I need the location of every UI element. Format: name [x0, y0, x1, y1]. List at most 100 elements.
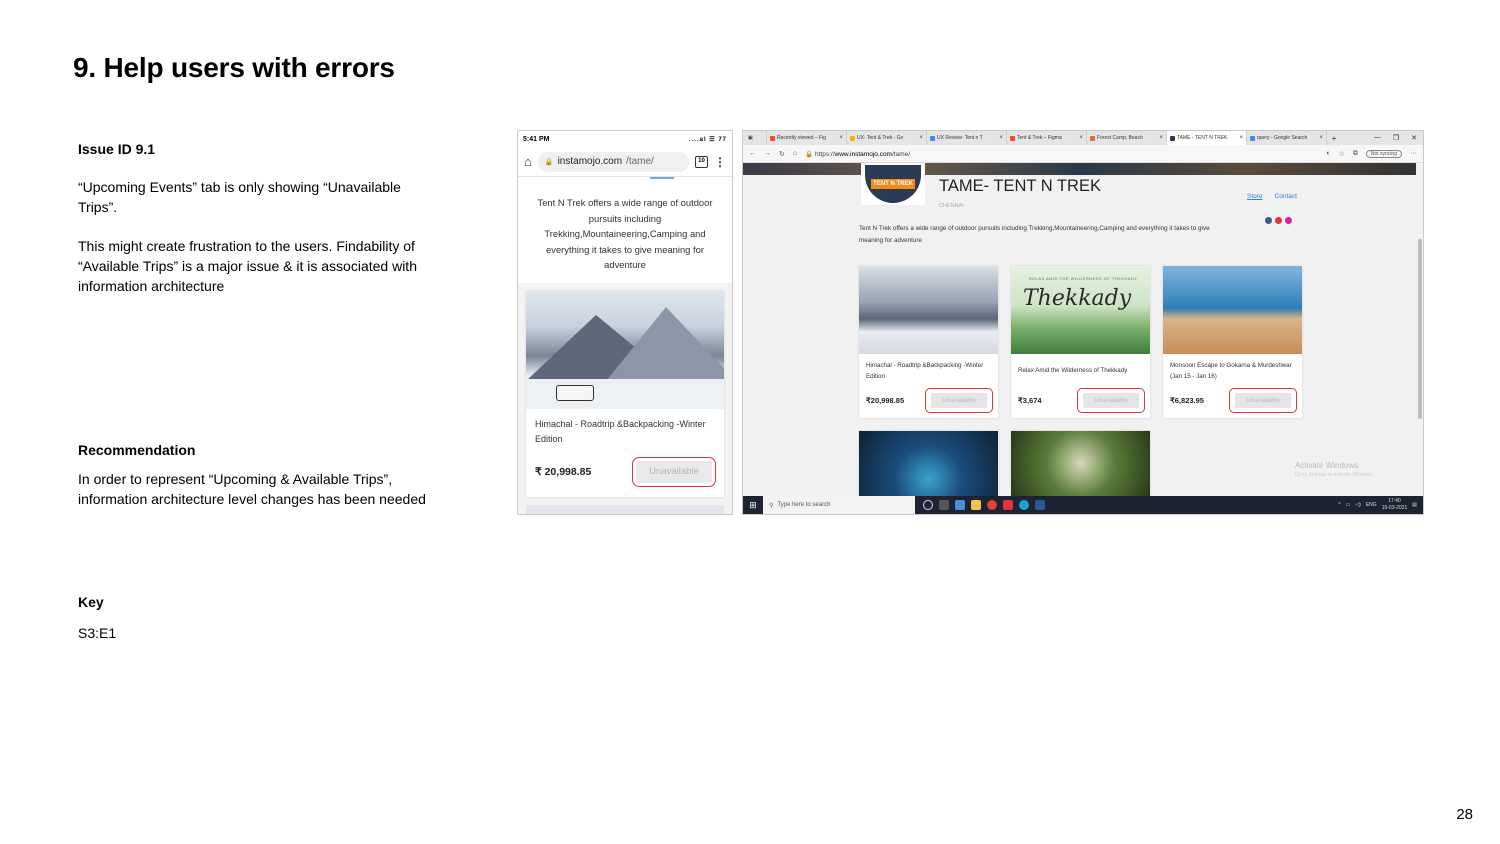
- unavailable-button[interactable]: Unavailable: [931, 393, 987, 408]
- home-icon[interactable]: ⌂: [793, 150, 797, 157]
- mobile-status-bar: 5:41 PM ....al ☰ 77: [518, 131, 732, 147]
- trip-image: [526, 290, 724, 409]
- error-highlight: Unavailable: [632, 456, 716, 487]
- error-highlight: Unavailable: [1229, 388, 1297, 413]
- mobile-address-field[interactable]: 🔒 instamojo.com/tame/: [537, 151, 689, 172]
- taskbar-search[interactable]: ⚲ Type here to search: [763, 496, 915, 514]
- tab-actions-icon[interactable]: ▣: [745, 131, 767, 145]
- store-page: TENT N TREK TAME- TENT N TREK CHENNAI St…: [743, 163, 1416, 496]
- task-view-icon[interactable]: [939, 500, 949, 510]
- slide-title: 9. Help users with errors: [73, 52, 395, 83]
- maximize-icon[interactable]: ❐: [1393, 134, 1399, 142]
- volume-icon[interactable]: ◁): [1355, 502, 1361, 508]
- store-title: TAME- TENT N TREK: [939, 177, 1101, 195]
- chrome-icon[interactable]: [987, 500, 997, 510]
- close-icon[interactable]: ✕: [1411, 134, 1417, 142]
- edge-icon[interactable]: [1019, 500, 1029, 510]
- tab-switcher-icon[interactable]: 10: [695, 155, 708, 168]
- unavailable-button[interactable]: Unavailable: [1083, 393, 1139, 408]
- taskbar-search-placeholder: Type here to search: [777, 502, 831, 508]
- windows-start-icon[interactable]: ⊞: [743, 496, 763, 514]
- issue-paragraph: This might create frustration to the use…: [78, 238, 417, 294]
- recommendation-body: In order to represent “Upcoming & Availa…: [78, 471, 426, 507]
- notifications-icon[interactable]: ▤: [1412, 502, 1417, 508]
- instagram-icon[interactable]: [1285, 217, 1292, 224]
- trip-image: RELAX AMID THE WILDERNESS OF THEKKADY Th…: [1011, 266, 1150, 354]
- lock-icon: 🔒: [805, 150, 814, 158]
- youtube-icon[interactable]: [1275, 217, 1282, 224]
- store-description: Tent N Trek offers a wide range of outdo…: [859, 225, 1210, 244]
- trip-card[interactable]: [1011, 431, 1150, 496]
- collections-icon[interactable]: ⧉: [1353, 150, 1358, 158]
- browser-tab-active[interactable]: TAME - TENT N TREK ×: [1167, 131, 1247, 145]
- browser-tab[interactable]: Tent & Trek – Figma ×: [1007, 131, 1087, 145]
- tray-chevron-icon[interactable]: ^: [1338, 502, 1340, 508]
- trip-card[interactable]: Himachal - Roadtrip &Backpacking -Winter…: [859, 266, 998, 418]
- url-domain: www.instamojo.com: [834, 150, 892, 158]
- minimize-icon[interactable]: —: [1374, 134, 1381, 142]
- word-icon[interactable]: [1035, 500, 1045, 510]
- back-icon[interactable]: ←: [749, 150, 756, 157]
- browser-tab[interactable]: Forest Camp, Beach ×: [1087, 131, 1167, 145]
- profile-sync-button[interactable]: Not syncing: [1365, 149, 1402, 158]
- thekkady-tagline: RELAX AMID THE WILDERNESS OF THEKKADY: [1029, 276, 1138, 281]
- windows-taskbar: ⊞ ⚲ Type here to search ^ ▭ ◁) ENG 17:40…: [743, 496, 1423, 514]
- home-icon[interactable]: ⌂: [524, 154, 532, 169]
- settings-more-icon[interactable]: ···: [1410, 150, 1417, 157]
- trip-price: ₹20,998.85: [866, 396, 905, 405]
- store-link[interactable]: Store: [1247, 193, 1263, 200]
- unavailable-button[interactable]: Unavailable: [636, 460, 712, 483]
- url-path: /tame/: [891, 150, 911, 158]
- trip-title: Himachal - Roadtrip &Backpacking -Winter…: [535, 418, 706, 444]
- browser-tab[interactable]: query - Google Search ×: [1247, 131, 1327, 145]
- social-links: [1265, 217, 1292, 224]
- clock-date: 15-03-2021: [1381, 505, 1408, 511]
- extension-icon[interactable]: ◐: [1326, 150, 1330, 157]
- store-location: CHENNAI: [939, 203, 964, 209]
- trip-image: [1163, 266, 1302, 354]
- brand-logo[interactable]: TENT N TREK: [861, 163, 925, 205]
- mobile-url-domain: instamojo.com: [557, 156, 623, 167]
- mobile-time: 5:41 PM: [523, 135, 550, 143]
- browser-tab[interactable]: UX Review- Tent n T ×: [927, 131, 1007, 145]
- store-nav: Store Contact: [1247, 193, 1297, 200]
- issue-heading: Issue ID 9.1: [78, 141, 156, 157]
- activate-subtitle: Go to Settings to activate Windows.: [1295, 472, 1374, 478]
- store-app-icon[interactable]: [955, 500, 965, 510]
- mobile-url-path: /tame/: [626, 156, 654, 167]
- trip-card[interactable]: Monsoon Escape to Gokarna & Murdeshwar (…: [1163, 266, 1302, 418]
- trip-price: ₹3,674: [1018, 396, 1042, 405]
- trip-image: [859, 266, 998, 354]
- file-explorer-icon[interactable]: [971, 500, 981, 510]
- browser-tab[interactable]: UX- Tent & Trek - Go ×: [847, 131, 927, 145]
- network-icon[interactable]: ▭: [1346, 502, 1351, 508]
- facebook-icon[interactable]: [1265, 217, 1272, 224]
- refresh-icon[interactable]: ↻: [779, 150, 785, 158]
- error-highlight: Unavailable: [925, 388, 993, 413]
- issue-body: “Upcoming Events” tab is only showing “U…: [78, 177, 438, 315]
- page-scrollbar[interactable]: [1416, 163, 1423, 496]
- trip-card[interactable]: RELAX AMID THE WILDERNESS OF THEKKADY Th…: [1011, 266, 1150, 418]
- mobile-trip-card[interactable]: Himachal - Roadtrip &Backpacking -Winter…: [526, 290, 724, 497]
- browser-tab[interactable]: Recently viewed – Fig ×: [767, 131, 847, 145]
- language-indicator[interactable]: ENG: [1366, 502, 1377, 508]
- address-input[interactable]: 🔒 https://www.instamojo.com/tame/: [805, 150, 1318, 158]
- thekkady-title: Thekkady: [1023, 286, 1132, 311]
- unavailable-button[interactable]: Unavailable: [1235, 393, 1291, 408]
- trip-card[interactable]: [859, 431, 998, 496]
- forward-icon[interactable]: →: [764, 150, 771, 157]
- signal-wifi-battery-icon: ....al ☰ 77: [688, 136, 727, 143]
- key-value: S3:E1: [78, 625, 117, 641]
- contact-link[interactable]: Contact: [1275, 193, 1297, 200]
- more-menu-icon[interactable]: ⋮: [714, 155, 726, 169]
- taskbar-clock[interactable]: 17:40 15-03-2021: [1382, 498, 1408, 512]
- activate-windows-watermark: Activate Windows Go to Settings to activ…: [1295, 461, 1374, 478]
- cortana-icon[interactable]: [923, 500, 933, 510]
- next-card: [526, 504, 724, 514]
- trip-title: Himachal - Roadtrip &Backpacking -Winter…: [866, 362, 984, 380]
- trip-title: Relax Amid the Wilderness of Thekkady: [1018, 367, 1128, 374]
- search-icon: ⚲: [769, 502, 774, 509]
- favorites-icon[interactable]: ☆: [1339, 150, 1345, 158]
- new-tab-icon[interactable]: +: [1327, 134, 1341, 143]
- acrobat-icon[interactable]: [1003, 500, 1013, 510]
